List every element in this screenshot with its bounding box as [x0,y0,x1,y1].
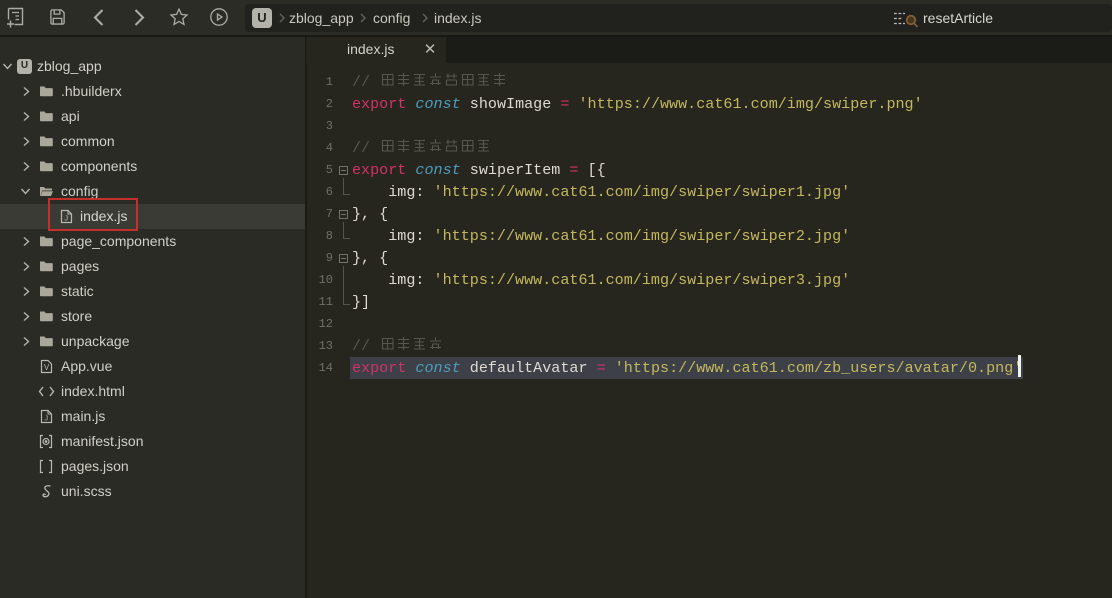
svg-text:J: J [44,414,48,423]
svg-text:V: V [44,363,50,372]
